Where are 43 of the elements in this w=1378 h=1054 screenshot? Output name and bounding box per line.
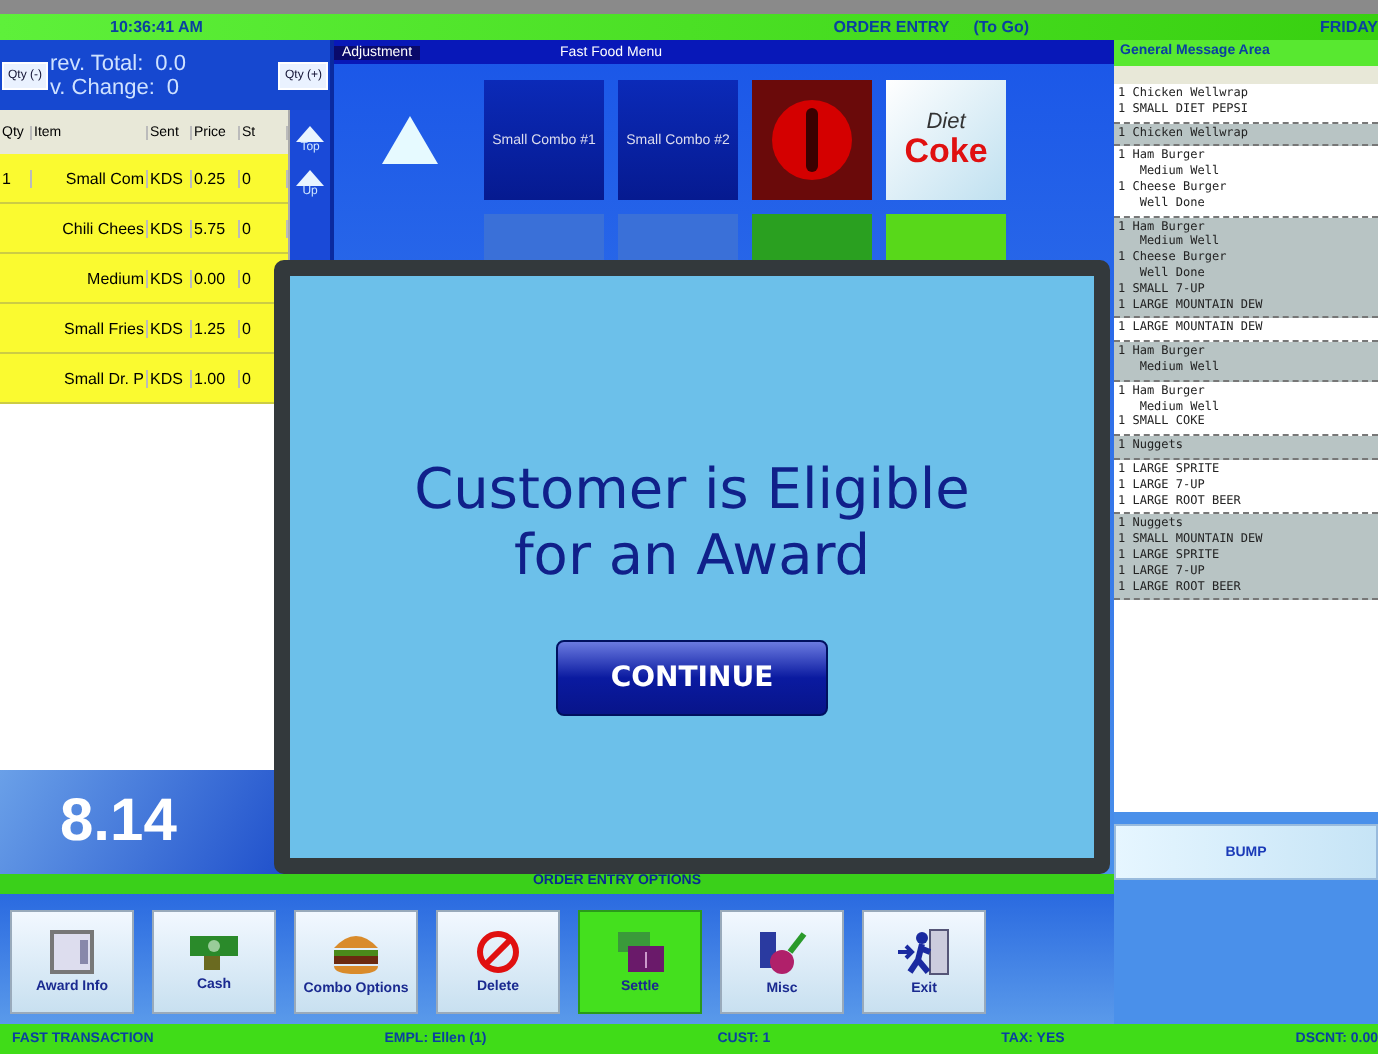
table-cell: 1	[0, 169, 32, 187]
table-cell: KDS	[148, 369, 192, 387]
bottle-logo-icon	[768, 96, 856, 184]
mode-text: (To Go)	[973, 18, 1030, 36]
table-cell: 1.25	[192, 319, 240, 337]
table-cell: 0	[240, 169, 289, 187]
dialog-message: Customer is Eligible for an Award	[414, 458, 970, 588]
wallet-icon	[614, 930, 666, 974]
table-cell: Small Dr. P	[32, 369, 148, 387]
table-cell: 0	[240, 219, 289, 237]
form-icon	[50, 930, 94, 974]
continue-button[interactable]: CONTINUE	[556, 639, 828, 716]
diet-cola-tile[interactable]: Diet Coke	[886, 80, 1006, 200]
table-cell: KDS	[148, 319, 192, 337]
table-cell: Medium	[32, 269, 148, 287]
prohibited-icon	[476, 930, 520, 974]
table-cell: KDS	[148, 219, 192, 237]
table-cell: Chili Chees	[32, 219, 148, 237]
cans-icon	[756, 928, 808, 976]
order-row[interactable]: 1 Small Com KDS 0.25 0	[0, 154, 289, 204]
day-text: FRIDAY	[1319, 18, 1378, 36]
change-label: v. Change:	[50, 75, 155, 99]
table-cell: 0.00	[192, 269, 240, 287]
up-triangle-icon	[382, 116, 438, 164]
cash-icon	[188, 932, 240, 972]
table-cell: Small Fries	[32, 319, 148, 337]
table-cell: Small Com	[32, 169, 148, 187]
order-row[interactable]: Medium KDS 0.00 0	[0, 254, 289, 304]
table-cell: 5.75	[192, 219, 240, 237]
total-value: 0.0	[155, 51, 186, 75]
up-arrow-icon	[296, 126, 325, 142]
up-arrow-icon	[296, 170, 325, 186]
order-row[interactable]: Chili Chees KDS 5.75 0	[0, 204, 289, 254]
table-cell: 0.25	[192, 169, 240, 187]
table-cell: KDS	[148, 169, 192, 187]
cola-tile[interactable]	[752, 80, 872, 200]
table-cell: 1.00	[192, 369, 240, 387]
total-label: rev. Total:	[50, 51, 144, 75]
screen-title: ORDER ENTRY	[833, 18, 950, 36]
table-cell: KDS	[148, 269, 192, 287]
clock-text: 10:36:41 AM	[110, 18, 203, 36]
change-value: 0	[166, 75, 180, 99]
exit-door-icon	[898, 928, 950, 976]
